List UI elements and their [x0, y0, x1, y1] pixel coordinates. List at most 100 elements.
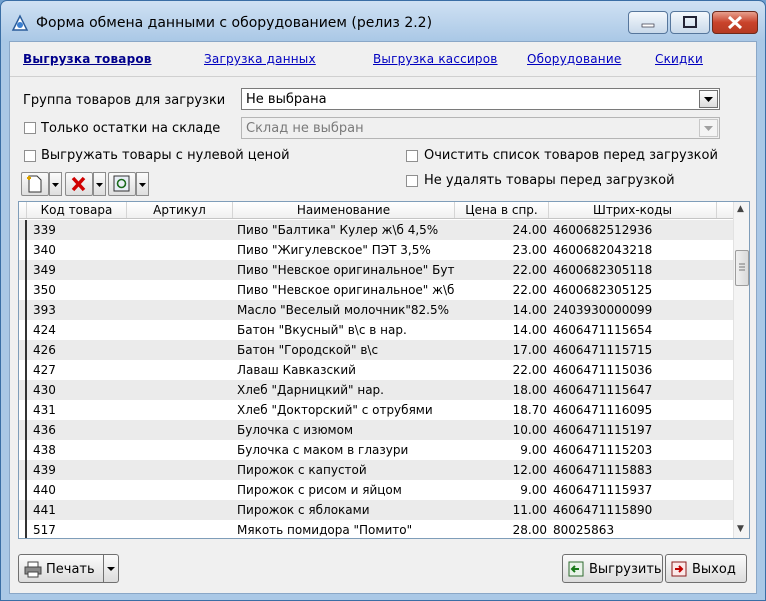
- table-row[interactable]: 393 Масло "Веселый молочник"82.5% 14.00 240…: [19, 300, 733, 320]
- cell-price: 14.00: [512, 323, 547, 337]
- cell-article: [127, 420, 233, 440]
- clear-list-checkbox[interactable]: [406, 150, 418, 162]
- chevron-down-icon: [96, 183, 103, 187]
- column-header-barcodes[interactable]: Штрих-коды: [549, 202, 717, 218]
- row-marker: [19, 420, 27, 440]
- column-header-article[interactable]: Артикул: [127, 202, 233, 218]
- stock-only-checkbox[interactable]: [24, 122, 36, 134]
- table-row[interactable]: 431 Хлеб "Докторский" с отрубями 18.70 4606…: [19, 400, 733, 420]
- table-row[interactable]: 350 Пиво "Невское оригинальное" ж\б 22.00 4…: [19, 280, 733, 300]
- cell-code: 431: [33, 403, 56, 417]
- cell-name: Хлеб "Докторский" с отрубями: [237, 403, 433, 417]
- table-row[interactable]: 349 Пиво "Невское оригинальное" Бут 22.00 4…: [19, 260, 733, 280]
- exit-button[interactable]: Выход: [665, 554, 747, 583]
- row-marker: [19, 220, 27, 240]
- cell-article: [127, 400, 233, 420]
- refresh-menu-button[interactable]: [136, 172, 149, 196]
- cell-code: 350: [33, 283, 56, 297]
- add-item-button[interactable]: [21, 172, 49, 196]
- tab-export-cashiers[interactable]: Выгрузка кассиров: [373, 52, 498, 66]
- warehouse-select[interactable]: Склад не выбран: [241, 117, 720, 139]
- tab-equipment[interactable]: Оборудование: [527, 52, 621, 66]
- cell-price: 22.00: [512, 283, 547, 297]
- group-select[interactable]: Не выбрана: [241, 88, 720, 110]
- table-row[interactable]: 440 Пирожок с рисом и яйцом 9.00 4606471115…: [19, 480, 733, 500]
- add-item-menu-button[interactable]: [49, 172, 62, 196]
- table-row[interactable]: 441 Пирожок с яблоками 11.00 4606471115890: [19, 500, 733, 520]
- row-marker: [19, 280, 27, 300]
- scroll-down-icon[interactable]: ▼: [737, 524, 744, 534]
- cell-name: Булочка с маком в глазури: [237, 443, 409, 457]
- cell-price: 14.00: [512, 303, 547, 317]
- table-row[interactable]: 517 Мякоть помидора "Помито" 28.00 80025863: [19, 520, 733, 538]
- tab-load-data[interactable]: Загрузка данных: [204, 52, 316, 66]
- export-icon: [568, 561, 584, 577]
- row-marker: [19, 300, 27, 320]
- cell-price: 18.00: [512, 383, 547, 397]
- cell-barcode: 4606471116095: [553, 403, 653, 417]
- cell-name: Батон "Городской" в\с: [237, 343, 379, 357]
- column-header-name[interactable]: Наименование: [233, 202, 455, 218]
- cell-name: Булочка с изюмом: [237, 423, 353, 437]
- refresh-icon: [113, 175, 130, 192]
- table-row[interactable]: 427 Лаваш Кавказский 22.00 4606471115036: [19, 360, 733, 380]
- minimize-icon: [641, 23, 655, 28]
- cell-name: Масло "Веселый молочник"82.5%: [237, 303, 450, 317]
- table-row[interactable]: 424 Батон "Вкусный" в\с в нар. 14.00 460647…: [19, 320, 733, 340]
- cell-price: 12.00: [512, 463, 547, 477]
- table-row[interactable]: 438 Булочка с маком в глазури 9.00 46064711…: [19, 440, 733, 460]
- print-menu-button[interactable]: [103, 554, 119, 583]
- cell-article: [127, 480, 233, 500]
- title-bar[interactable]: Форма обмена данными с оборудованием (ре…: [1, 1, 765, 41]
- table-row[interactable]: 339 Пиво "Балтика" Кулер ж\б 4,5% 24.00 460…: [19, 220, 733, 240]
- cell-price: 9.00: [520, 443, 547, 457]
- row-marker: [19, 400, 27, 420]
- row-marker: [19, 340, 27, 360]
- delete-item-menu-button[interactable]: [93, 172, 106, 196]
- tab-discounts[interactable]: Скидки: [655, 52, 703, 66]
- cell-barcode: 80025863: [553, 523, 615, 537]
- cell-price: 17.00: [512, 343, 547, 357]
- table-row[interactable]: 436 Булочка с изюмом 10.00 4606471115197: [19, 420, 733, 440]
- main-panel: Выгрузка товаров Загрузка данных Выгрузк…: [9, 41, 757, 594]
- refresh-button[interactable]: [108, 172, 136, 196]
- warehouse-select-dropdown[interactable]: [699, 119, 718, 137]
- column-header-code[interactable]: Код товара: [27, 202, 127, 218]
- cell-price: 11.00: [512, 503, 547, 517]
- cell-barcode: 4600682305118: [553, 263, 653, 277]
- app-icon: [11, 14, 29, 31]
- new-document-icon: [27, 175, 42, 193]
- print-button[interactable]: Печать: [18, 554, 111, 583]
- delete-item-button[interactable]: [65, 172, 93, 196]
- maximize-button[interactable]: [670, 11, 710, 34]
- zero-price-checkbox[interactable]: [24, 150, 36, 162]
- table-row[interactable]: 439 Пирожок с капустой 12.00 4606471115883: [19, 460, 733, 480]
- table-row[interactable]: 340 Пиво "Жигулевское" ПЭТ 3,5% 23.00 46006…: [19, 240, 733, 260]
- cell-barcode: 4606471115036: [553, 363, 653, 377]
- cell-name: Пирожок с яблоками: [237, 503, 370, 517]
- goods-table[interactable]: Код товара Артикул Наименование Цена в с…: [18, 201, 750, 539]
- cell-barcode: 4606471115647: [553, 383, 653, 397]
- cell-price: 9.00: [520, 483, 547, 497]
- cell-article: [127, 300, 233, 320]
- row-marker: [19, 260, 27, 280]
- cell-code: 339: [33, 223, 56, 237]
- column-header-price[interactable]: Цена в спр.: [455, 202, 549, 218]
- tab-export-goods[interactable]: Выгрузка товаров: [23, 52, 152, 66]
- row-marker: [19, 500, 27, 520]
- chevron-down-icon: [704, 97, 713, 102]
- minimize-button[interactable]: [628, 11, 668, 34]
- cell-barcode: 4600682305125: [553, 283, 653, 297]
- no-delete-checkbox[interactable]: [406, 175, 418, 187]
- row-marker: [19, 240, 27, 260]
- close-button[interactable]: [712, 11, 758, 34]
- scroll-up-icon[interactable]: ▲: [737, 204, 744, 214]
- table-row[interactable]: 430 Хлеб "Дарницкий" нар. 18.00 46064711156…: [19, 380, 733, 400]
- table-scrollbar[interactable]: ▲ ▼: [733, 202, 749, 538]
- group-select-value: Не выбрана: [246, 92, 327, 107]
- no-delete-label: Не удалять товары перед загрузкой: [424, 173, 675, 188]
- group-select-dropdown[interactable]: [699, 90, 718, 108]
- table-row[interactable]: 426 Батон "Городской" в\с 17.00 46064711157…: [19, 340, 733, 360]
- scroll-thumb[interactable]: [735, 250, 749, 286]
- export-button[interactable]: Выгрузить: [562, 554, 663, 583]
